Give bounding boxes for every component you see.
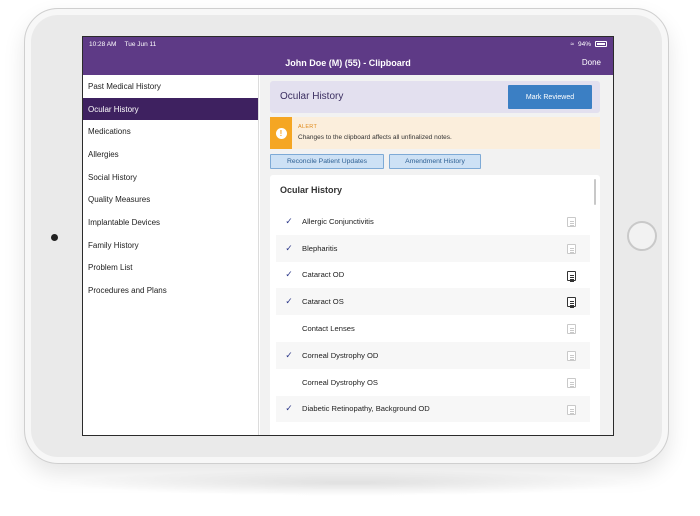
list-item-label: Contact Lenses xyxy=(302,324,355,334)
note-icon[interactable] xyxy=(567,324,576,335)
note-filled-icon[interactable] xyxy=(567,297,576,308)
list-item-label: Diabetic Retinopathy, Background OD xyxy=(302,404,430,414)
note-icon[interactable] xyxy=(567,377,576,388)
list-item[interactable]: ✓ Corneal Dystrophy OD xyxy=(276,341,590,369)
alert-label: ALERT xyxy=(298,124,318,130)
sidebar-item-ocular-history[interactable]: Ocular History xyxy=(83,97,258,121)
list-item-label: Cataract OD xyxy=(302,270,345,280)
list-item[interactable]: Corneal Dystrophy OS xyxy=(276,369,590,396)
note-filled-icon[interactable] xyxy=(567,270,576,281)
sidebar-item-implantable-devices[interactable]: Implantable Devices xyxy=(83,211,258,234)
page-title: John Doe (M) (55) - Clipboard xyxy=(285,58,411,68)
sidebar-item-quality-measures[interactable]: Quality Measures xyxy=(83,188,258,211)
list-item[interactable]: ✓ Cataract OD xyxy=(276,262,590,289)
amendment-history-button[interactable]: Amendment History xyxy=(389,154,481,169)
sidebar-item-social-history[interactable]: Social History xyxy=(83,166,258,189)
section-header: Ocular History Mark Reviewed xyxy=(270,81,600,113)
list-item-label: Blepharitis xyxy=(302,243,338,253)
sidebar-item-past-medical-history[interactable]: Past Medical History xyxy=(83,75,258,98)
mark-reviewed-button[interactable]: Mark Reviewed xyxy=(508,85,592,109)
checkmark-icon: ✓ xyxy=(285,296,293,307)
wifi-icon: ≈ xyxy=(570,40,574,48)
list-item-label: Cataract OS xyxy=(302,297,344,307)
reconcile-patient-updates-button[interactable]: Reconcile Patient Updates xyxy=(270,154,384,169)
checkmark-icon: ✓ xyxy=(285,215,293,226)
main-content: Ocular History Mark Reviewed ! ALERT Cha… xyxy=(260,75,613,435)
status-date: Tue Jun 11 xyxy=(124,40,157,48)
list-item[interactable]: Contact Lenses xyxy=(276,315,590,342)
done-button[interactable]: Done xyxy=(582,58,601,67)
sidebar-item-medications[interactable]: Medications xyxy=(83,120,258,143)
alert-banner: ! ALERT Changes to the clipboard affects… xyxy=(270,117,600,149)
list-item[interactable]: ✓ Diabetic Retinopathy, Background OD xyxy=(276,395,590,423)
camera-icon xyxy=(51,234,58,241)
screen: 10:28 AM Tue Jun 11 ≈ 94% John Doe (M) (… xyxy=(82,36,614,436)
section-title: Ocular History xyxy=(280,91,344,102)
status-right: ≈ 94% xyxy=(570,41,607,48)
checkmark-icon: ✓ xyxy=(285,242,293,253)
battery-percent: 94% xyxy=(577,40,591,48)
alert-icon-box: ! xyxy=(270,117,292,149)
sidebar-item-family-history[interactable]: Family History xyxy=(83,234,258,257)
sidebar-item-allergies[interactable]: Allergies xyxy=(83,143,258,166)
list-item-label: Allergic Conjunctivitis xyxy=(302,216,374,226)
status-bar: 10:28 AM Tue Jun 11 ≈ 94% xyxy=(83,37,613,51)
note-icon[interactable] xyxy=(567,243,576,254)
note-icon[interactable] xyxy=(567,404,576,415)
home-button[interactable] xyxy=(627,221,657,251)
list-item[interactable]: ✓ Allergic Conjunctivitis xyxy=(276,208,590,235)
sidebar-item-problem-list[interactable]: Problem List xyxy=(83,257,258,280)
alert-message: Changes to the clipboard affects all unf… xyxy=(298,134,452,141)
ocular-history-list: Ocular History ✓ Allergic Conjunctivitis… xyxy=(270,175,600,435)
list-item-label: Corneal Dystrophy OD xyxy=(302,350,379,360)
list-title: Ocular History xyxy=(280,185,343,195)
note-icon[interactable] xyxy=(567,350,576,361)
status-time: 10:28 AM xyxy=(89,40,117,48)
checkmark-icon: ✓ xyxy=(285,349,293,360)
list-item[interactable]: ✓ Blepharitis xyxy=(276,234,590,262)
device-shadow xyxy=(60,470,640,496)
scrollbar[interactable] xyxy=(594,179,596,205)
nav-bar: John Doe (M) (55) - Clipboard Done xyxy=(83,51,613,75)
checkmark-icon: ✓ xyxy=(285,403,293,414)
sidebar-item-procedures-and-plans[interactable]: Procedures and Plans xyxy=(83,279,258,302)
list-item-label: Corneal Dystrophy OS xyxy=(302,377,378,387)
battery-icon xyxy=(595,41,607,47)
checkmark-icon: ✓ xyxy=(285,269,293,280)
exclamation-icon: ! xyxy=(275,127,287,139)
note-icon[interactable] xyxy=(567,217,576,227)
sidebar: Past Medical History Ocular History Medi… xyxy=(83,75,259,435)
list-item[interactable]: ✓ Cataract OS xyxy=(276,288,590,316)
list-rows: ✓ Allergic Conjunctivitis ✓ Blepharitis … xyxy=(276,208,590,423)
